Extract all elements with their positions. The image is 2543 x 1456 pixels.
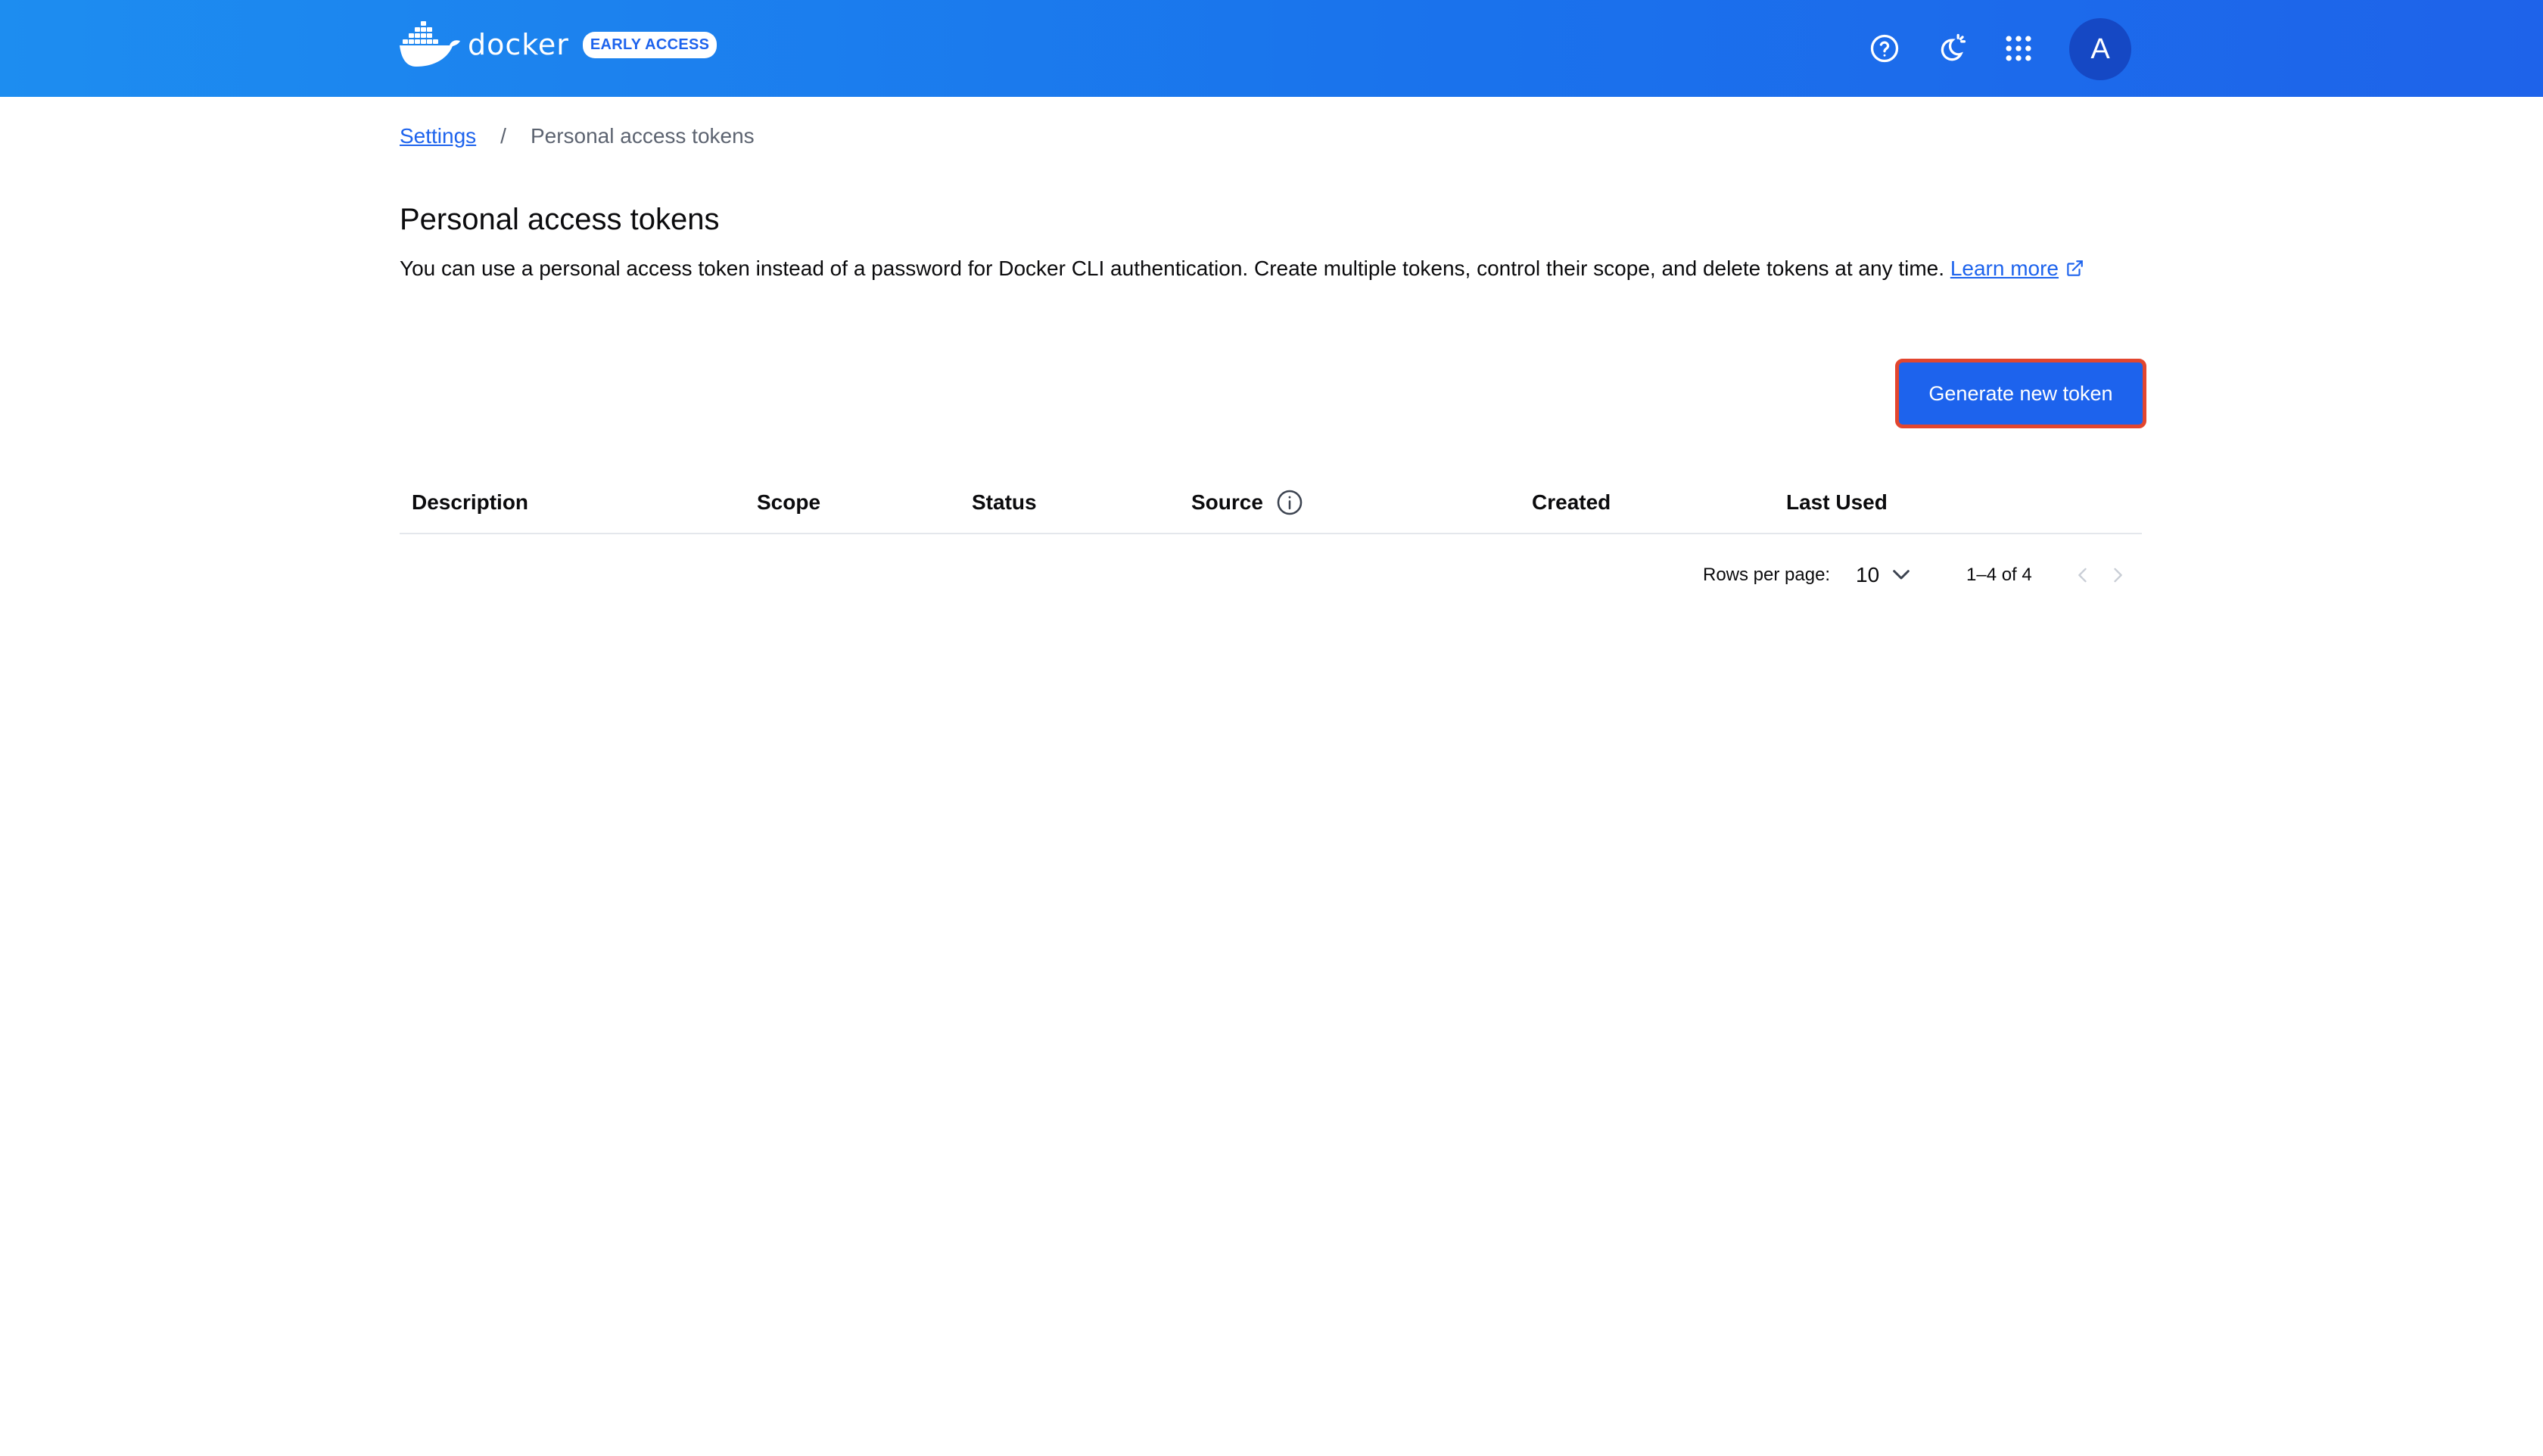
docker-logo[interactable]: docker EARLY ACCESS [400,21,717,68]
rows-per-page-label: Rows per page: [1703,565,1831,585]
description-text: You can use a personal access token inst… [400,257,1945,280]
brand-wordmark: docker [468,28,569,61]
apps-grid-icon [2006,36,2031,61]
learn-more-link[interactable]: Learn more [1950,257,2084,280]
info-icon[interactable] [1275,488,1304,517]
breadcrumb-settings-link[interactable]: Settings [400,124,476,148]
help-button[interactable] [1866,30,1903,67]
top-navigation-bar: docker EARLY ACCESS A [0,0,2543,97]
theme-toggle-button[interactable] [1933,30,1969,67]
page-description: You can use a personal access token inst… [400,253,2095,284]
column-header-scope[interactable]: Scope [757,489,820,516]
column-header-status[interactable]: Status [972,489,1037,516]
tokens-table-header: Description Scope Status Source Created … [400,469,2142,534]
column-header-description[interactable]: Description [412,489,528,516]
breadcrumb-separator: / [500,124,506,148]
previous-page-icon[interactable] [2072,565,2093,586]
theme-toggle-icon [1941,33,1966,61]
rows-per-page-select[interactable]: 10 [1856,563,1879,587]
external-link-icon [2067,260,2083,276]
source-header-label: Source [1191,490,1263,514]
next-page-icon[interactable] [2107,565,2128,586]
breadcrumb-current: Personal access tokens [530,124,755,148]
chevron-down-icon[interactable] [1889,563,1913,587]
generate-new-token-button[interactable]: Generate new token [1895,359,2146,428]
page-title: Personal access tokens [400,203,720,236]
apps-menu-button[interactable] [2000,30,2037,67]
docker-whale-icon [400,21,460,67]
learn-more-label: Learn more [1950,257,2059,280]
column-header-last-used[interactable]: Last Used [1786,489,1888,516]
user-avatar[interactable]: A [2069,18,2131,80]
early-access-badge: EARLY ACCESS [582,31,717,58]
help-icon [1870,34,1899,63]
table-pagination: Rows per page: 10 1–4 of 4 [1703,560,2142,590]
column-header-source[interactable]: Source [1191,489,1304,516]
column-header-created[interactable]: Created [1532,489,1611,516]
pagination-range: 1–4 of 4 [1966,565,2032,585]
breadcrumb: Settings / Personal access tokens [400,123,755,150]
